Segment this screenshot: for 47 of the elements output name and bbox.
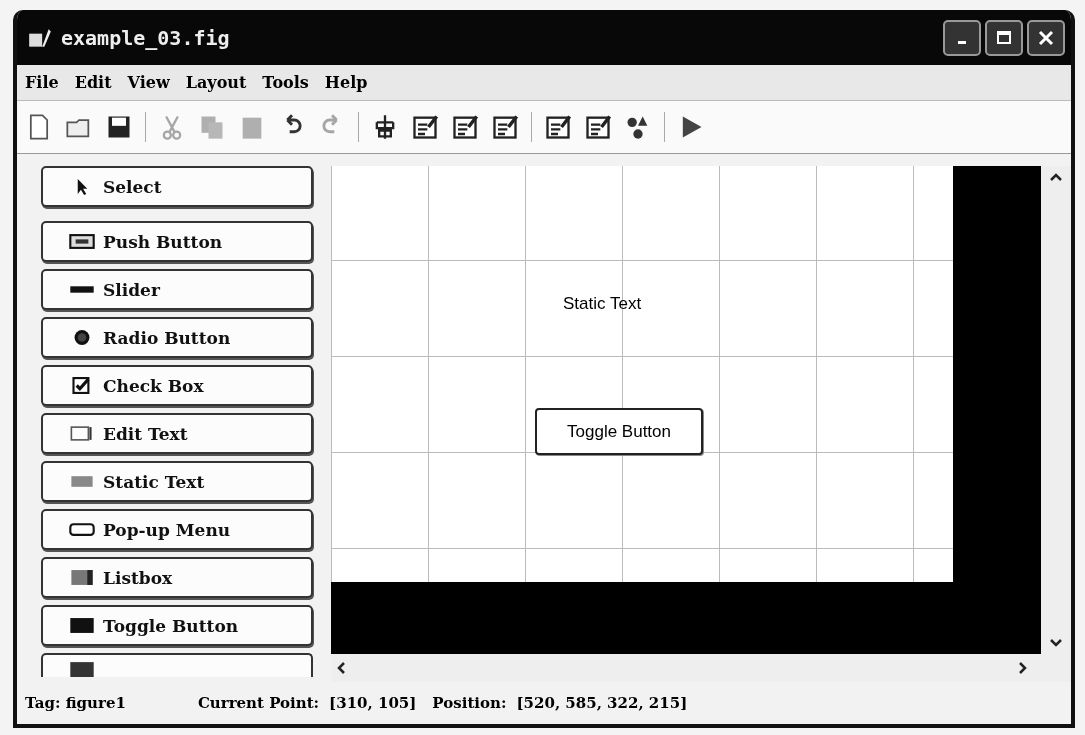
scroll-right-icon[interactable] xyxy=(1017,661,1027,675)
minimize-icon xyxy=(958,41,966,44)
static-text[interactable]: Static Text xyxy=(563,294,642,314)
position-value: [520, 585, 322, 215] xyxy=(516,694,688,712)
control-icon xyxy=(69,473,95,490)
menu-item[interactable]: Layout xyxy=(185,73,247,92)
popup-menu-icon xyxy=(69,521,95,538)
palette-button[interactable]: Push Button xyxy=(41,221,313,262)
current-point-value: [310, 105] xyxy=(329,694,417,712)
minimize-button[interactable] xyxy=(943,19,981,56)
current-point-label: Current Point: xyxy=(197,694,320,712)
menu-item[interactable]: Help xyxy=(324,73,368,92)
menu-item[interactable]: Tools xyxy=(262,73,309,92)
palette-button[interactable]: Edit Text xyxy=(41,413,313,454)
editor-tool-icon[interactable] xyxy=(584,113,612,141)
menu-item[interactable]: View xyxy=(127,73,170,92)
editor-tool-icon[interactable] xyxy=(451,113,479,141)
window-title: example_03.fig xyxy=(61,25,231,50)
palette-button[interactable]: Toggle Button xyxy=(41,605,313,646)
palette-button[interactable]: Select xyxy=(41,166,313,207)
palette-button[interactable]: Radio Button xyxy=(41,317,313,358)
scroll-down-icon[interactable] xyxy=(1049,638,1063,648)
editor-tool-icon[interactable] xyxy=(411,113,439,141)
editor-tool-icon[interactable] xyxy=(491,113,519,141)
scroll-left-icon[interactable] xyxy=(337,661,347,675)
palette-button[interactable] xyxy=(41,653,313,677)
palette-button[interactable]: Check Box xyxy=(41,365,313,406)
palette-button[interactable]: Pop-up Menu xyxy=(41,509,313,550)
close-button[interactable] xyxy=(1027,19,1065,56)
tag-label: Tag: figure1 xyxy=(25,694,126,712)
vertical-scrollbar[interactable] xyxy=(1041,166,1071,654)
menu-item[interactable]: File xyxy=(25,73,59,92)
control-icon xyxy=(69,233,95,250)
scroll-up-icon[interactable] xyxy=(1049,172,1063,182)
palette-button[interactable]: Slider xyxy=(41,269,313,310)
editor-tool-icon[interactable] xyxy=(544,113,572,141)
toggle-button[interactable]: Toggle Button xyxy=(535,408,703,455)
table-icon xyxy=(69,660,95,677)
menu-item[interactable]: Edit xyxy=(74,73,112,92)
control-icon xyxy=(69,617,95,634)
position-label: Position: xyxy=(432,694,507,712)
palette-button[interactable]: Listbox xyxy=(41,557,313,598)
listbox-icon xyxy=(69,569,95,586)
horizontal-scrollbar[interactable] xyxy=(331,654,1071,682)
maximize-button[interactable] xyxy=(985,19,1023,56)
control-icon xyxy=(69,425,95,442)
palette-button[interactable]: Static Text xyxy=(41,461,313,502)
